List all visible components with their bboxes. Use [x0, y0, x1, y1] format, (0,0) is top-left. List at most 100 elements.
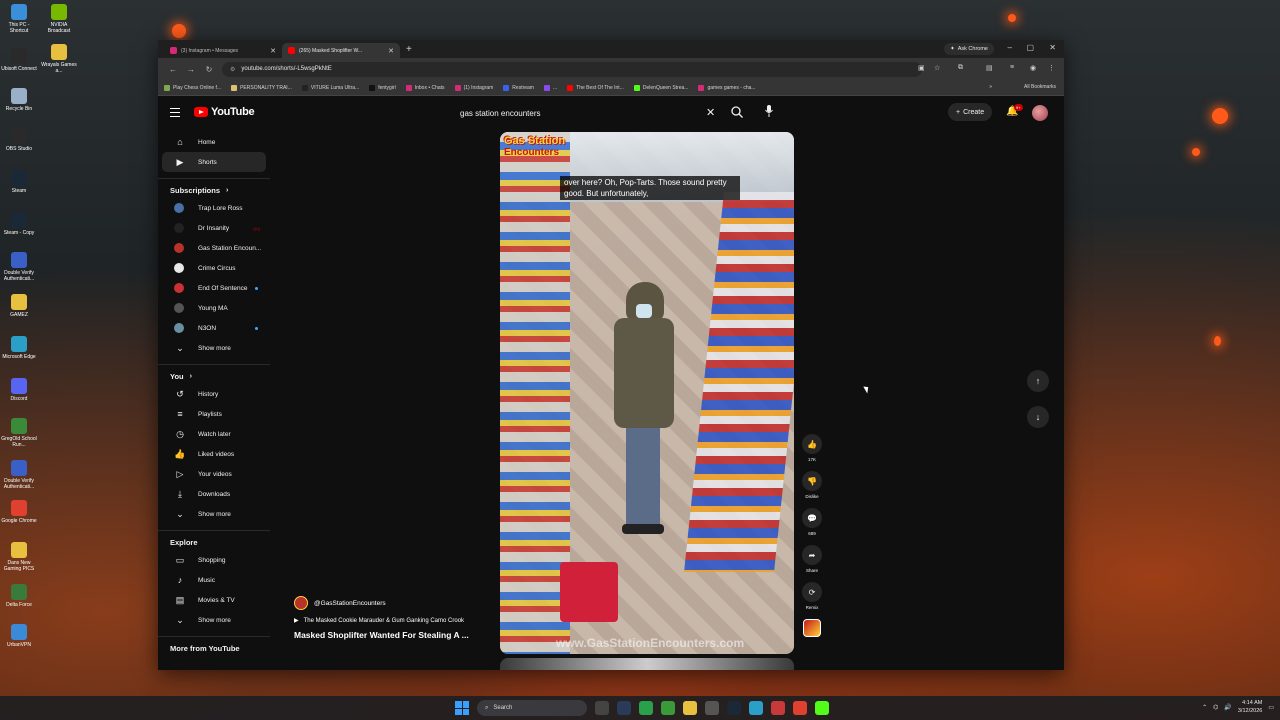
menu-kebab-icon[interactable]: ⋮ [1048, 64, 1055, 72]
bookmark-item[interactable]: The Best Of The Int... [567, 84, 624, 91]
sidebar-item-history[interactable]: ↺ History [162, 384, 266, 404]
clear-search-icon[interactable]: ✕ [706, 106, 715, 119]
channel-row[interactable]: @GasStationEncounters [294, 596, 494, 610]
bookmark-item[interactable]: (1) Instagram [454, 84, 493, 91]
sidebar-item-shorts[interactable]: ▶ Shorts [162, 152, 266, 172]
microphone-icon[interactable] [764, 104, 774, 118]
bookmarks-overflow-icon[interactable]: » [989, 84, 992, 90]
sidebar-item-home[interactable]: ⌂ Home [162, 132, 266, 152]
bookmark-item[interactable]: VITURE Luma Ultra... [301, 84, 359, 91]
taskbar-app-icon[interactable] [771, 701, 785, 715]
desktop-shortcut[interactable]: Microsoft Edge [0, 336, 38, 360]
site-info-icon[interactable]: ⚙ [230, 66, 235, 73]
media-icon[interactable]: ≡ [1010, 64, 1014, 71]
sidebar-item-watch-later[interactable]: ◷ Watch later [162, 424, 266, 444]
bookmark-item[interactable]: Play Chess Online f... [164, 84, 221, 91]
hamburger-menu-icon[interactable] [170, 108, 180, 120]
explore-heading[interactable]: Explore [158, 530, 270, 550]
tab-close-icon[interactable]: ✕ [270, 47, 276, 55]
settings-app-icon[interactable] [617, 701, 631, 715]
desktop-shortcut[interactable]: Wrayals Games a... [40, 44, 78, 74]
task-view-icon[interactable] [595, 701, 609, 715]
xbox-app-icon[interactable] [661, 701, 675, 715]
volume-icon[interactable]: 🔊 [1224, 704, 1231, 711]
window-close-icon[interactable]: ✕ [1049, 43, 1056, 52]
sidebar-item-show-more[interactable]: ⌄ Show more [162, 338, 266, 358]
desktop-shortcut[interactable]: UrbanVPN [0, 624, 38, 648]
extensions-icon[interactable]: ⧉ [958, 64, 963, 72]
tab-close-icon[interactable]: ✕ [388, 47, 394, 55]
minimize-icon[interactable]: – [1008, 43, 1012, 52]
sidebar-item-liked-videos[interactable]: 👍 Liked videos [162, 444, 266, 464]
sidebar-subscription-item[interactable]: Crime Circus [162, 258, 266, 278]
desktop-shortcut[interactable]: Double Verify Authenticati... [0, 460, 38, 490]
dislike-icon[interactable]: 👎 [802, 471, 822, 491]
sidebar-item-downloads[interactable]: ⤓ Downloads [162, 484, 266, 504]
desktop-shortcut[interactable]: Steam - Copy [0, 212, 38, 236]
desktop-shortcut[interactable]: OBS Studio [0, 128, 38, 152]
back-icon[interactable]: ← [164, 65, 182, 74]
address-bar[interactable]: ⚙ youtube.com/shorts/-L5wsgPkNtE [222, 61, 922, 77]
desktop-shortcut[interactable]: Discord [0, 378, 38, 402]
desktop-shortcut[interactable]: Recycle Bin [0, 88, 38, 112]
sidebar-item-movies-tv[interactable]: ▤ Movies & TV [162, 590, 266, 610]
channel-avatar[interactable] [294, 596, 308, 610]
short-title[interactable]: Masked Shoplifter Wanted For Stealing A … [294, 630, 494, 640]
network-icon[interactable]: ⌬ [1213, 704, 1218, 711]
new-tab-icon[interactable]: + [406, 44, 412, 55]
channel-handle[interactable]: @GasStationEncounters [314, 600, 386, 607]
short-video-player[interactable]: Gas Station Encounters over here? Oh, Po… [500, 132, 794, 654]
youtube-logo[interactable]: YouTube [194, 106, 255, 118]
sidebar-subscription-item[interactable]: Gas Station Encoun... [162, 238, 266, 258]
store-app-icon[interactable] [705, 701, 719, 715]
kick-taskbar-icon[interactable] [815, 701, 829, 715]
sidebar-item-your-videos[interactable]: ▷ Your videos [162, 464, 266, 484]
subscriptions-heading[interactable]: Subscriptions › [158, 178, 270, 198]
sidebar-subscription-item[interactable]: Dr Insanity ((•)) [162, 218, 266, 238]
desktop-shortcut[interactable]: Delta Force [0, 584, 38, 608]
windows-start-icon[interactable] [455, 701, 469, 715]
desktop-shortcut[interactable]: Double Verify Authenticati... [0, 252, 38, 282]
cast-icon[interactable]: ▣ [918, 64, 925, 72]
create-button[interactable]: + Create [948, 103, 993, 121]
sidepanel-icon[interactable]: ▤ [986, 64, 993, 72]
tab-instagram[interactable]: (3) Instagram • Messages ✕ [164, 43, 282, 58]
sidebar-item-playlists[interactable]: ≡ Playlists [162, 404, 266, 424]
desktop-shortcut[interactable]: This PC - Shortcut [0, 4, 38, 34]
desktop-shortcut[interactable]: Steam [0, 170, 38, 194]
sidebar-item-show-more[interactable]: ⌄ Show more [162, 504, 266, 524]
edge-taskbar-icon[interactable] [749, 701, 763, 715]
tray-overflow-icon[interactable]: ⌃ [1202, 704, 1207, 711]
desktop-shortcut[interactable]: Google Chrome [0, 500, 38, 524]
ask-chrome-button[interactable]: ✦ Ask Chrome [944, 43, 994, 55]
bookmark-item[interactable]: DelenQueen Strea... [633, 84, 688, 91]
desktop-shortcut[interactable]: Ubisoft Connect [0, 48, 38, 72]
comments-icon[interactable]: 💬 [802, 508, 822, 528]
remix-icon[interactable]: ⟳ [802, 582, 822, 602]
bookmark-item[interactable]: games games - cha... [698, 84, 756, 91]
sidebar-item-music[interactable]: ♪ Music [162, 570, 266, 590]
desktop-shortcut[interactable]: GregOld School Run... [0, 418, 38, 448]
taskbar-search[interactable]: ⌕ Search [477, 700, 587, 716]
you-heading[interactable]: You › [158, 364, 270, 384]
chrome-taskbar-icon[interactable] [793, 701, 807, 715]
account-avatar[interactable] [1032, 105, 1048, 121]
playlist-title[interactable]: The Masked Cookie Marauder & Gum Ganking… [304, 618, 464, 624]
more-from-youtube-heading[interactable]: More from YouTube [158, 636, 270, 656]
file-explorer-icon[interactable] [683, 701, 697, 715]
desktop-shortcut[interactable]: Dans New Gaming PICS [0, 542, 38, 572]
share-icon[interactable]: ➦ [802, 545, 822, 565]
search-input[interactable]: gas station encounters [448, 103, 723, 123]
sidebar-item-shopping[interactable]: ▭ Shopping [162, 550, 266, 570]
desktop-shortcut[interactable]: NVIDIA Broadcast [40, 4, 78, 34]
previous-short-arrow-icon[interactable]: ↑ [1027, 370, 1049, 392]
bookmark-item[interactable]: ... [543, 84, 557, 91]
like-icon[interactable]: 👍 [802, 434, 822, 454]
media-player-app-icon[interactable] [639, 701, 653, 715]
bookmark-item[interactable]: Restream [503, 84, 534, 91]
sidebar-item-show-more[interactable]: ⌄ Show more [162, 610, 266, 630]
playlist-row[interactable]: ▶ The Masked Cookie Marauder & Gum Ganki… [294, 617, 494, 625]
sound-thumbnail[interactable] [803, 619, 821, 637]
sidebar-subscription-item[interactable]: End Of Sentence [162, 278, 266, 298]
search-icon[interactable] [730, 105, 744, 119]
